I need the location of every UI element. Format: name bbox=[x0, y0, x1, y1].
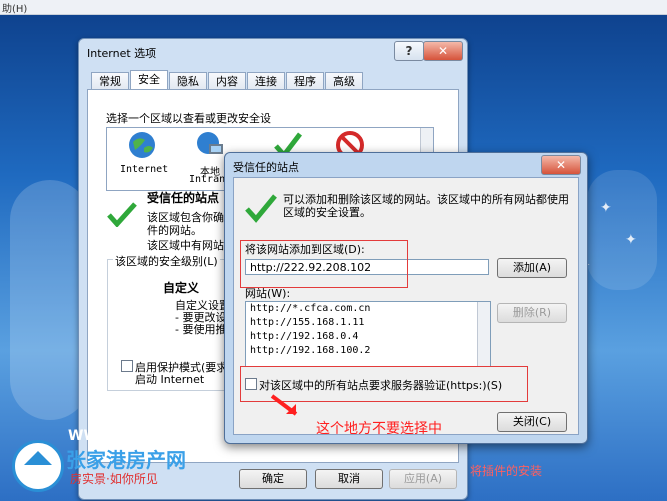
zone-title: 受信任的站点 bbox=[147, 191, 220, 205]
custom-level-text-3: - 要使用推 bbox=[175, 323, 227, 336]
watermark-name: 张家港房产网 bbox=[66, 448, 186, 472]
window-title: Internet 选项 bbox=[87, 47, 157, 60]
sites-list[interactable]: http://*.cfca.com.cn http://155.168.1.11… bbox=[245, 301, 491, 367]
protected-mode-checkbox[interactable] bbox=[121, 360, 133, 372]
zone-internet-label: Internet bbox=[120, 164, 169, 175]
zone-description-2: 件的网站。 bbox=[147, 224, 202, 237]
list-item[interactable]: http://155.168.1.11 bbox=[246, 316, 490, 330]
tab-connections[interactable]: 连接 bbox=[247, 72, 285, 90]
dialog-close-icon[interactable]: ✕ bbox=[541, 155, 581, 175]
menu-bar: 助(H) bbox=[0, 0, 667, 15]
globe-icon bbox=[129, 132, 155, 158]
background-hint-text: 将插件的安装 bbox=[470, 464, 543, 478]
remove-button[interactable]: 删除(R) bbox=[497, 303, 567, 323]
ok-button[interactable]: 确定 bbox=[239, 469, 307, 489]
tab-advanced[interactable]: 高级 bbox=[325, 72, 363, 90]
dialog-close-button[interactable]: 关闭(C) bbox=[497, 412, 567, 432]
background-decoration bbox=[587, 170, 657, 290]
zone-prompt: 选择一个区域以查看或更改安全设 bbox=[106, 112, 271, 125]
tab-privacy[interactable]: 隐私 bbox=[169, 72, 207, 90]
sparkle-icon: ✦ bbox=[600, 200, 612, 216]
annotation-text: 这个地方不要选择中 bbox=[316, 421, 442, 437]
tab-programs[interactable]: 程序 bbox=[286, 72, 324, 90]
dialog-title: 受信任的站点 bbox=[233, 161, 299, 174]
annotation-highlight-url bbox=[240, 240, 408, 288]
sparkle-icon: ✦ bbox=[625, 232, 637, 248]
list-item[interactable]: http://*.cfca.com.cn bbox=[246, 302, 490, 316]
protected-mode-label-2: 启动 Internet bbox=[135, 373, 205, 386]
house-logo-icon bbox=[12, 440, 64, 492]
tab-general[interactable]: 常规 bbox=[91, 72, 129, 90]
cancel-button[interactable]: 取消 bbox=[315, 469, 383, 489]
zone-description-3: 该区域中有网站 bbox=[147, 239, 224, 252]
close-button[interactable]: ✕ bbox=[423, 41, 463, 61]
security-level-label: 该区域的安全级别(L) bbox=[113, 253, 220, 269]
help-button[interactable]: ? bbox=[394, 41, 424, 61]
apply-button[interactable]: 应用(A) bbox=[389, 469, 457, 489]
watermark-logo: WWW.ZJGZF.CN 张家港房产网 房实景·如你所见 bbox=[12, 428, 242, 501]
check-icon bbox=[245, 194, 277, 223]
menu-help[interactable]: 助(H) bbox=[2, 0, 27, 15]
watermark-url: WWW.ZJGZF.CN bbox=[68, 428, 191, 444]
add-button[interactable]: 添加(A) bbox=[497, 258, 567, 278]
watermark-slogan: 房实景·如你所见 bbox=[70, 472, 158, 486]
check-icon bbox=[107, 202, 137, 227]
list-item[interactable]: http://192.168.0.4 bbox=[246, 330, 490, 344]
tab-content[interactable]: 内容 bbox=[208, 72, 246, 90]
list-item[interactable]: http://192.168.100.2 bbox=[246, 344, 490, 358]
red-arrow-icon bbox=[270, 394, 298, 416]
custom-level-title: 自定义 bbox=[163, 281, 200, 295]
info-text: 可以添加和删除该区域的网站。该区域中的所有网站都使用区域的安全设置。 bbox=[283, 193, 569, 219]
tab-bar: 常规 安全 隐私 内容 连接 程序 高级 bbox=[91, 70, 364, 90]
local-intranet-icon bbox=[197, 132, 223, 154]
sites-list-scrollbar[interactable] bbox=[477, 302, 490, 366]
tab-security[interactable]: 安全 bbox=[130, 70, 168, 90]
